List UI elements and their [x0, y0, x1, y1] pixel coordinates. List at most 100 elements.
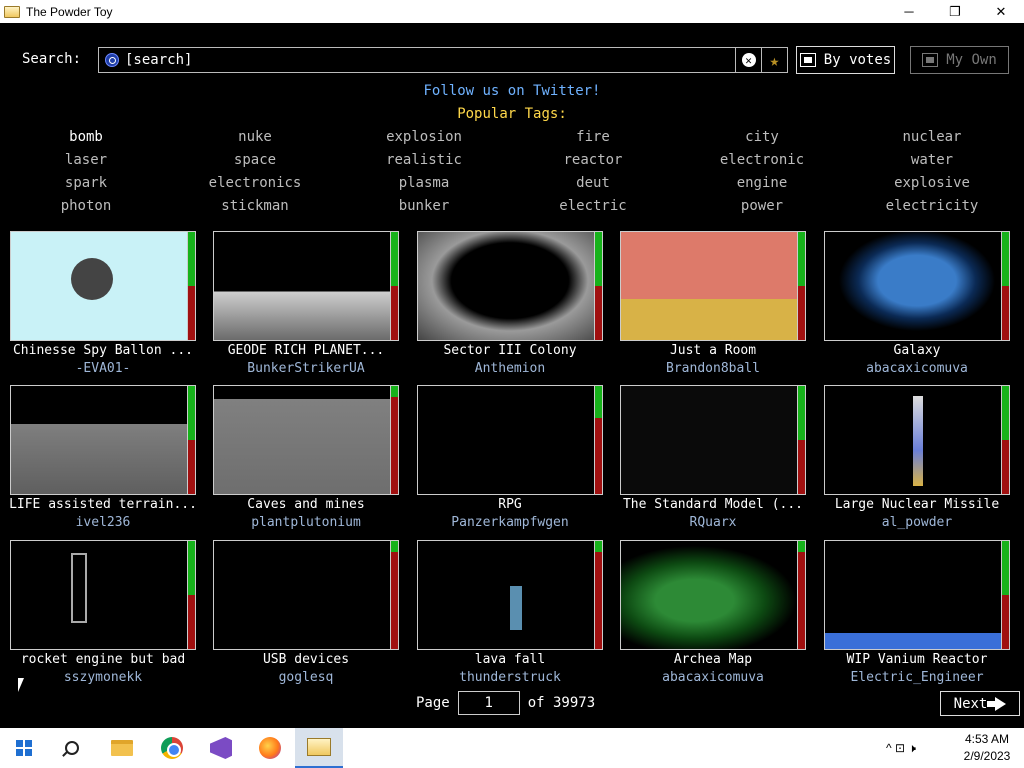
save-title[interactable]: Large Nuclear Missile: [814, 497, 1020, 512]
save-author[interactable]: thunderstruck: [407, 670, 613, 685]
save-thumbnail[interactable]: [620, 385, 806, 495]
save-title[interactable]: LIFE assisted terrain...: [0, 497, 206, 512]
save-thumbnail[interactable]: [213, 231, 399, 341]
tag-photon[interactable]: photon: [6, 198, 166, 214]
tag-laser[interactable]: laser: [6, 152, 166, 168]
save-author[interactable]: abacaxicomuva: [814, 361, 1020, 376]
tag-bomb[interactable]: bomb: [6, 129, 166, 145]
tag-plasma[interactable]: plasma: [344, 175, 504, 191]
save-title[interactable]: Galaxy: [814, 343, 1020, 358]
save-author[interactable]: abacaxicomuva: [610, 670, 816, 685]
save-tile[interactable]: RPG Panzerkampfwgen: [417, 385, 609, 535]
taskbar-search-button[interactable]: [48, 728, 96, 768]
save-author[interactable]: al_powder: [814, 515, 1020, 530]
save-tile[interactable]: rocket engine but bad sszymonekk: [10, 540, 202, 690]
save-thumbnail[interactable]: [213, 540, 399, 650]
save-author[interactable]: RQuarx: [610, 515, 816, 530]
save-tile[interactable]: The Standard Model (... RQuarx: [620, 385, 812, 535]
tag-fire[interactable]: fire: [513, 129, 673, 145]
save-tile[interactable]: Sector III Colony Anthemion: [417, 231, 609, 381]
save-tile[interactable]: lava fall thunderstruck: [417, 540, 609, 690]
save-tile[interactable]: Chinesse Spy Ballon ... -EVA01-: [10, 231, 202, 381]
save-title[interactable]: Chinesse Spy Ballon ...: [0, 343, 206, 358]
save-thumbnail[interactable]: [10, 231, 196, 341]
save-thumbnail[interactable]: [417, 385, 603, 495]
save-tile[interactable]: LIFE assisted terrain... ivel236: [9, 385, 202, 535]
save-author[interactable]: goglesq: [203, 670, 409, 685]
tray-icons[interactable]: ^ ⊡ 🕨: [886, 741, 916, 756]
tag-bunker[interactable]: bunker: [344, 198, 504, 214]
save-title[interactable]: Sector III Colony: [407, 343, 613, 358]
save-thumbnail[interactable]: [10, 385, 196, 495]
save-author[interactable]: BunkerStrikerUA: [203, 361, 409, 376]
save-thumbnail[interactable]: [620, 231, 806, 341]
next-page-button[interactable]: Next: [940, 691, 1020, 716]
save-title[interactable]: Just a Room: [610, 343, 816, 358]
page-number-input[interactable]: 1: [457, 691, 520, 715]
save-thumbnail[interactable]: [824, 231, 1010, 341]
save-author[interactable]: ivel236: [0, 515, 206, 530]
save-tile[interactable]: Just a Room Brandon8ball: [620, 231, 812, 381]
search-input[interactable]: [search] ✕ ★: [98, 47, 788, 73]
minimize-button[interactable]: ─: [886, 0, 932, 23]
save-title[interactable]: GEODE RICH PLANET...: [203, 343, 409, 358]
save-author[interactable]: Panzerkampfwgen: [407, 515, 613, 530]
twitter-link[interactable]: Follow us on Twitter!: [0, 83, 1024, 99]
save-title[interactable]: rocket engine but bad: [0, 652, 206, 667]
file-explorer-button[interactable]: [98, 728, 146, 768]
save-author[interactable]: Anthemion: [407, 361, 613, 376]
save-thumbnail[interactable]: [620, 540, 806, 650]
save-title[interactable]: RPG: [407, 497, 613, 512]
save-author[interactable]: Brandon8ball: [610, 361, 816, 376]
tag-nuke[interactable]: nuke: [175, 129, 335, 145]
taskbar-clock[interactable]: 4:53 AM 2/9/2023: [958, 731, 1016, 765]
save-author[interactable]: sszymonekk: [0, 670, 206, 685]
firefox-button[interactable]: [246, 728, 294, 768]
chrome-button[interactable]: [148, 728, 196, 768]
save-title[interactable]: Archea Map: [610, 652, 816, 667]
save-tile[interactable]: WIP Vanium Reactor Electric_Engineer: [824, 540, 1016, 690]
tag-electricity[interactable]: electricity: [852, 198, 1012, 214]
tag-realistic[interactable]: realistic: [344, 152, 504, 168]
save-author[interactable]: -EVA01-: [0, 361, 206, 376]
save-thumbnail[interactable]: [824, 385, 1010, 495]
maximize-button[interactable]: ❐: [932, 0, 978, 23]
save-tile[interactable]: Galaxy abacaxicomuva: [824, 231, 1016, 381]
save-tile[interactable]: GEODE RICH PLANET... BunkerStrikerUA: [213, 231, 405, 381]
close-button[interactable]: ✕: [978, 0, 1024, 23]
tag-engine[interactable]: engine: [682, 175, 842, 191]
save-title[interactable]: USB devices: [203, 652, 409, 667]
tag-reactor[interactable]: reactor: [513, 152, 673, 168]
tag-explosive[interactable]: explosive: [852, 175, 1012, 191]
tag-stickman[interactable]: stickman: [175, 198, 335, 214]
visual-studio-button[interactable]: [197, 728, 245, 768]
clear-search-button[interactable]: ✕: [735, 48, 761, 72]
tag-explosion[interactable]: explosion: [344, 129, 504, 145]
save-author[interactable]: plantplutonium: [203, 515, 409, 530]
save-thumbnail[interactable]: [10, 540, 196, 650]
save-author[interactable]: Electric_Engineer: [814, 670, 1020, 685]
save-thumbnail[interactable]: [824, 540, 1010, 650]
search-field-text[interactable]: [search]: [125, 52, 735, 68]
system-tray[interactable]: ^ ⊡ 🕨: [886, 728, 916, 768]
save-thumbnail[interactable]: [417, 540, 603, 650]
powder-toy-taskbar-button[interactable]: [295, 728, 343, 768]
tag-nuclear[interactable]: nuclear: [852, 129, 1012, 145]
save-title[interactable]: Caves and mines: [203, 497, 409, 512]
tag-water[interactable]: water: [852, 152, 1012, 168]
save-thumbnail[interactable]: [417, 231, 603, 341]
tag-electronics[interactable]: electronics: [175, 175, 335, 191]
tag-spark[interactable]: spark: [6, 175, 166, 191]
save-tile[interactable]: USB devices goglesq: [213, 540, 405, 690]
tag-city[interactable]: city: [682, 129, 842, 145]
tag-deut[interactable]: deut: [513, 175, 673, 191]
save-title[interactable]: WIP Vanium Reactor: [814, 652, 1020, 667]
my-own-button[interactable]: My Own: [910, 46, 1009, 74]
save-tile[interactable]: Archea Map abacaxicomuva: [620, 540, 812, 690]
save-title[interactable]: The Standard Model (...: [610, 497, 816, 512]
favorites-button[interactable]: ★: [761, 48, 787, 72]
save-tile[interactable]: Large Nuclear Missile al_powder: [824, 385, 1016, 535]
start-button[interactable]: [0, 728, 48, 768]
tag-electric[interactable]: electric: [513, 198, 673, 214]
tag-power[interactable]: power: [682, 198, 842, 214]
